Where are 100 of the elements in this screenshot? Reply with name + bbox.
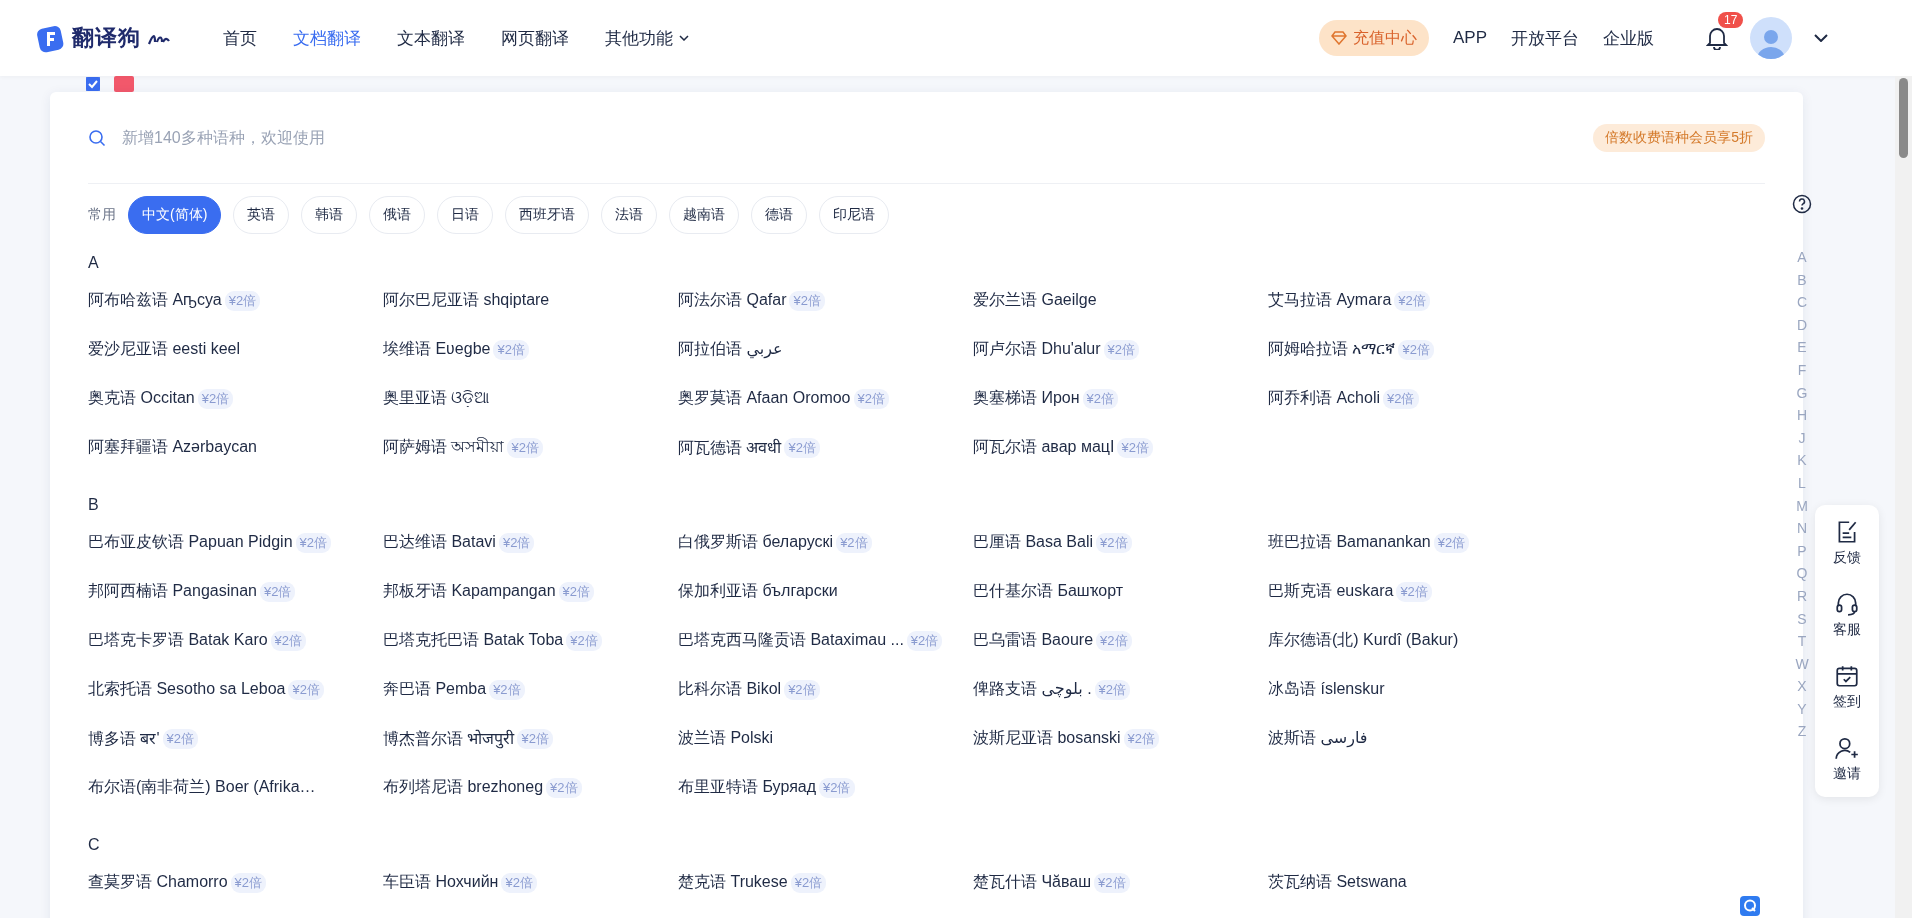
common-label: 常用 <box>88 206 116 224</box>
language-option[interactable]: 巴斯克语 euskara <box>1268 581 1394 602</box>
bell-icon[interactable] <box>1706 26 1728 50</box>
language-option[interactable]: 查莫罗语 Chamorro <box>88 872 228 893</box>
language-option[interactable]: 车臣语 Нохчийн <box>383 872 499 893</box>
price-tag: ¥2倍 <box>1433 532 1470 553</box>
language-option[interactable]: 邦阿西楠语 Pangasinan <box>88 581 257 602</box>
checkbox-icon[interactable] <box>86 77 100 91</box>
language-option[interactable]: 埃维语 Eʋegbe <box>383 339 491 360</box>
price-tag: ¥2倍 <box>1096 532 1132 553</box>
language-option[interactable]: 布列塔尼语 brezhoneg <box>383 777 544 798</box>
price-tag: ¥2倍 <box>517 728 553 749</box>
language-option[interactable]: 库尔德语(北) Kurdî (Bakur) <box>1268 630 1459 651</box>
chevron-down-icon[interactable] <box>1814 34 1828 42</box>
price-tag: ¥2倍 <box>906 630 943 651</box>
language-option[interactable]: 奥罗莫语 Afaan Oromoo <box>678 388 851 409</box>
language-option[interactable]: 阿瓦德语 अवधी <box>678 436 782 459</box>
price-tag: ¥2倍 <box>1103 339 1139 360</box>
language-option[interactable]: 奥塞梯语 Ирон <box>973 388 1080 409</box>
language-option[interactable]: 巴布亚皮钦语 Papuan Pidgin <box>88 532 293 553</box>
language-option[interactable]: 北索托语 Sesotho sa Leboa <box>88 679 286 700</box>
language-option[interactable]: 阿瓦尔语 авар мацӀ <box>973 437 1115 458</box>
price-tag: ¥2倍 <box>1094 872 1130 893</box>
header-link[interactable]: APP <box>1452 28 1487 48</box>
language-option[interactable]: 奔巴语 Pemba <box>383 679 487 700</box>
language-option[interactable]: 白俄罗斯语 беларускі <box>678 532 834 553</box>
search-icon <box>88 128 106 147</box>
avatar[interactable] <box>1750 17 1792 59</box>
language-option[interactable]: 波斯语 فارسی <box>1268 728 1368 749</box>
language-option[interactable]: 楚瓦什语 Чӑваш <box>973 872 1092 893</box>
language-chip[interactable]: 英语 <box>233 196 290 234</box>
language-option[interactable]: 阿卢尔语 Dhu'alur <box>973 339 1101 360</box>
price-tag: ¥2倍 <box>288 679 324 700</box>
nav-link[interactable]: 其他功能 <box>605 26 689 50</box>
language-chip[interactable]: 俄语 <box>369 196 426 234</box>
language-option[interactable]: 爱尔兰语 Gaeilge <box>973 290 1097 311</box>
language-option[interactable]: 巴厘语 Basa Bali <box>973 532 1094 553</box>
nav-link[interactable]: 文档翻译 <box>293 26 361 50</box>
language-option[interactable]: 布尔语(南非荷兰) Boer (Afrika… <box>88 777 316 798</box>
nav-link[interactable]: 文本翻译 <box>397 26 465 50</box>
price-tag: ¥2倍 <box>566 630 602 651</box>
language-option[interactable]: 博杰普尔语 भोजपुरी <box>383 727 515 750</box>
price-tag: ¥2倍 <box>1094 679 1131 700</box>
language-chip[interactable]: 韩语 <box>301 196 358 234</box>
price-tag: ¥2倍 <box>1383 388 1419 409</box>
language-option[interactable]: 邦板牙语 Kapampangan <box>383 581 556 602</box>
side-menu-button[interactable]: 签到 <box>1833 659 1861 715</box>
language-option[interactable]: 阿塞拜疆语 Azərbaycan <box>88 437 257 458</box>
header-link[interactable]: 企业版 <box>1603 26 1654 50</box>
search-q-icon[interactable] <box>1740 896 1760 916</box>
language-option[interactable]: 艾马拉语 Aymara <box>1268 290 1392 311</box>
language-option[interactable]: 阿法尔语 Qafar <box>678 290 787 311</box>
headset-icon <box>1834 591 1860 617</box>
language-option[interactable]: 阿拉伯语 عربي <box>678 339 783 360</box>
language-option[interactable]: 阿尔巴尼亚语 shqiptare <box>383 290 550 311</box>
help-icon[interactable] <box>1792 194 1812 214</box>
language-option[interactable]: 奥里亚语 ଓଡ଼ିଆ <box>383 388 490 409</box>
language-option[interactable]: 巴什基尔语 Башҡорт <box>973 581 1124 602</box>
language-option[interactable]: 阿布哈兹语 Аҧсуа <box>88 290 222 311</box>
language-option[interactable]: 布里亚特语 Буряад <box>678 777 817 798</box>
language-option[interactable]: 保加利亚语 български <box>678 581 838 602</box>
language-option[interactable]: 班巴拉语 Bamanankan <box>1268 532 1431 553</box>
side-menu-button[interactable]: 反馈 <box>1833 515 1861 571</box>
nav-link[interactable]: 首页 <box>223 26 257 50</box>
search-field[interactable]: 新增140多种语种，欢迎使用 <box>120 127 1594 148</box>
price-tag: ¥2倍 <box>784 437 820 458</box>
language-chip[interactable]: 越南语 <box>669 196 740 234</box>
language-option[interactable]: 巴塔克卡罗语 Batak Karo <box>88 630 268 651</box>
side-menu-button[interactable]: 邀请 <box>1833 731 1861 787</box>
language-option[interactable]: 爱沙尼亚语 eesti keel <box>88 339 241 360</box>
language-option[interactable]: 阿萨姆语 অসমীয়া <box>383 434 505 461</box>
language-chip[interactable]: 德语 <box>751 196 808 234</box>
language-option[interactable]: 博多语 बर' <box>88 727 160 750</box>
language-option[interactable]: 茨瓦纳语 Setswana <box>1268 872 1407 893</box>
language-option[interactable]: 波兰语 Polski <box>678 728 774 749</box>
language-chip[interactable]: 日语 <box>437 196 494 234</box>
language-option[interactable]: 巴塔克西马隆贡语 Bataximau ... <box>678 630 904 651</box>
price-tag: ¥2倍 <box>1096 630 1132 651</box>
language-option[interactable]: 奥克语 Occitan <box>88 388 195 409</box>
language-option[interactable]: 巴达维语 Batavi <box>383 532 496 553</box>
scrollbar[interactable] <box>1895 76 1912 918</box>
language-chip[interactable]: 印尼语 <box>819 196 890 234</box>
notification-badge: 17 <box>1718 12 1744 28</box>
language-option[interactable]: 阿乔利语 Acholi <box>1268 388 1381 409</box>
language-chip[interactable]: 法语 <box>601 196 658 234</box>
language-option[interactable]: 波斯尼亚语 bosanski <box>973 728 1121 749</box>
nav-link[interactable]: 网页翻译 <box>501 26 569 50</box>
language-option[interactable]: 巴塔克托巴语 Batak Toba <box>383 630 564 651</box>
language-option[interactable]: 巴乌雷语 Baoure <box>973 630 1094 651</box>
language-option[interactable]: 俾路支语 بلوچی . <box>973 679 1092 700</box>
language-option[interactable]: 楚克语 Trukese <box>678 872 788 893</box>
language-chip[interactable]: 中文(简体) <box>128 196 222 234</box>
side-menu-button[interactable]: 客服 <box>1833 587 1861 643</box>
language-option[interactable]: 阿姆哈拉语 አማርኛ <box>1268 339 1396 360</box>
price-tag: ¥2倍 <box>197 388 234 409</box>
price-tag: ¥2倍 <box>493 339 529 360</box>
language-option[interactable]: 比科尔语 Bikol <box>678 679 782 700</box>
language-option[interactable]: 冰岛语 íslenskur <box>1268 679 1385 700</box>
header-link[interactable]: 开放平台 <box>1511 26 1579 50</box>
language-chip[interactable]: 西班牙语 <box>505 196 590 234</box>
